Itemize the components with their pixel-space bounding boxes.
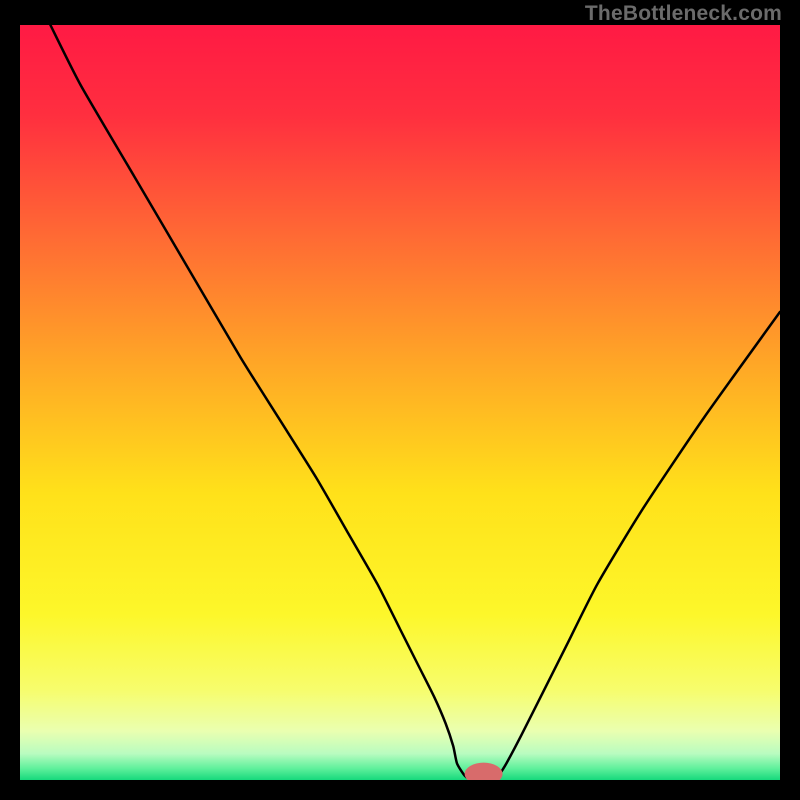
chart-svg — [20, 25, 780, 780]
plot-area — [20, 25, 780, 780]
gradient-background — [20, 25, 780, 780]
watermark-text: TheBottleneck.com — [585, 2, 782, 26]
chart-frame: TheBottleneck.com — [0, 0, 800, 800]
